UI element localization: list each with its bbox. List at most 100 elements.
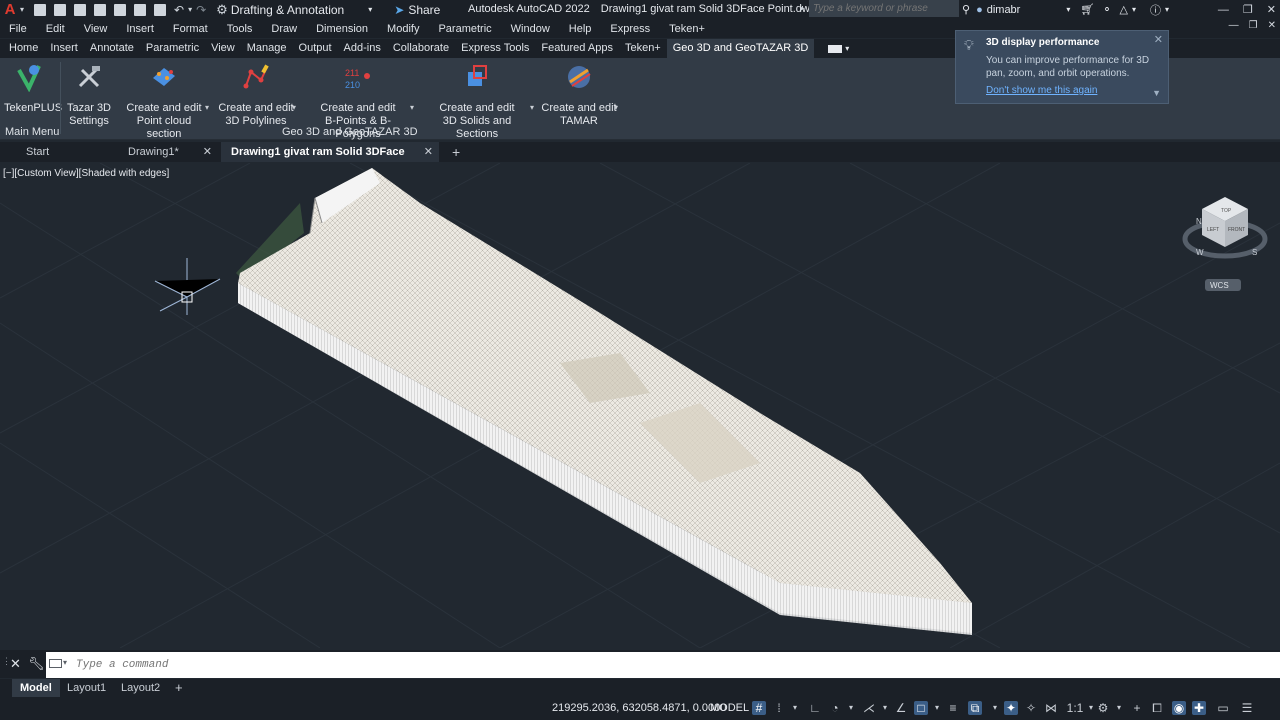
ribbon-options-icon[interactable] [828,44,843,53]
user-dropdown-icon[interactable]: ▾ [1066,5,1070,14]
tab-teken-plus[interactable]: Teken+ [619,39,667,58]
annotation-scale-icon[interactable]: ⋈ [1044,701,1058,715]
open-web-icon[interactable] [114,3,127,16]
search-input[interactable] [809,0,959,17]
annotation-visibility-icon[interactable]: ✦ [1004,701,1018,715]
units-icon[interactable]: ⧠ [1150,701,1164,715]
menu-parametric[interactable]: Parametric [438,23,491,35]
doc-tab-start[interactable]: Start [16,142,116,162]
isolate-objects-icon[interactable]: ◉ [1172,701,1186,715]
tab-view[interactable]: View [205,39,241,58]
drawing-minimize-icon[interactable]: — [1229,20,1239,31]
snap-dropdown-icon[interactable]: ▾ [788,701,802,715]
app-dropdown-icon[interactable]: ▾ [1132,5,1136,14]
selection-cycling-icon[interactable]: ⧉ [968,701,982,715]
isodraft-dropdown-icon[interactable]: ▾ [878,701,892,715]
command-history-icon[interactable] [49,659,62,668]
polar-tracking-icon[interactable]: ◔ [828,701,842,715]
selection-dropdown-icon[interactable]: ▾ [988,701,1002,715]
dont-show-again-link[interactable]: Don't show me this again [986,85,1097,96]
object-snap-tracking-icon[interactable]: ∠ [894,701,908,715]
layout-tab-layout1[interactable]: Layout1 [59,679,114,697]
redo-icon[interactable]: ↷ [196,3,206,17]
tab-add-ins[interactable]: Add-ins [338,39,387,58]
drawing-restore-icon[interactable]: ❐ [1249,20,1258,31]
user-name[interactable]: dimabr [987,4,1021,16]
viewcube-left-label[interactable]: LEFT [1207,227,1219,233]
notification-close-icon[interactable]: ✕ [1154,33,1163,46]
command-close-icon[interactable]: ✕ [10,656,21,672]
model-space-toggle[interactable]: MODEL [710,702,749,714]
tab-annotate[interactable]: Annotate [84,39,140,58]
new-file-icon[interactable] [34,3,47,16]
workspace-dropdown-status-icon[interactable]: ▾ [1112,701,1126,715]
tamar-button[interactable]: Create and edit TAMAR [541,60,617,128]
point-cloud-section-button[interactable]: Create and edit Point cloud section [118,60,210,141]
viewcube-top-label[interactable]: TOP [1221,208,1232,214]
customize-wrench-icon[interactable]: 🔧︎ [28,656,45,672]
snap-mode-icon[interactable]: ⁞ [772,701,786,715]
viewcube[interactable]: TOP LEFT FRONT W S N WCS [1180,191,1270,291]
minimize-icon[interactable]: — [1218,4,1229,16]
object-snap-icon[interactable]: □ [914,701,928,715]
share-button[interactable]: ➤ Share [394,3,440,17]
polar-dropdown-icon[interactable]: ▾ [844,701,858,715]
ribbon-options-dropdown-icon[interactable]: ▾ [845,44,849,53]
coordinate-readout[interactable]: 219295.2036, 632058.4871, 0.0000 [552,702,726,714]
user-icon[interactable]: ● [976,4,983,16]
lineweight-icon[interactable]: ≡ [946,701,960,715]
save-icon[interactable] [74,3,87,16]
3d-polylines-button[interactable]: Create and edit 3D Polylines [218,60,294,128]
menu-modify[interactable]: Modify [387,23,419,35]
search-expand-icon[interactable]: ▸ [800,3,805,14]
tab-manage[interactable]: Manage [241,39,293,58]
point-cloud-dropdown-icon[interactable]: ▾ [205,103,209,112]
clean-screen-icon[interactable]: ▭ [1216,701,1230,715]
command-history-dropdown-icon[interactable]: ▾ [63,658,67,667]
menu-teken-plus[interactable]: Teken+ [669,23,705,35]
viewport-controls-label[interactable]: [−][Custom View][Shaded with edges] [3,168,169,179]
tab-express-tools[interactable]: Express Tools [455,39,535,58]
connect-icon[interactable]: ⚬ [1102,3,1111,16]
tekenplus-button[interactable]: TekenPLUS [4,60,62,115]
grid-icon[interactable]: # [752,701,766,715]
cart-icon[interactable]: 🛒︎ [1080,3,1094,16]
menu-format[interactable]: Format [173,23,208,35]
plot-icon[interactable] [154,3,167,16]
open-file-icon[interactable] [54,3,67,16]
help-dropdown-icon[interactable]: ▾ [1165,5,1169,14]
add-layout-icon[interactable]: + [167,679,191,697]
menu-tools[interactable]: Tools [227,23,253,35]
menu-help[interactable]: Help [569,23,592,35]
compass-w-label[interactable]: W [1196,248,1204,257]
viewcube-front-label[interactable]: FRONT [1228,227,1245,233]
tab-parametric[interactable]: Parametric [140,39,205,58]
tazar-settings-button[interactable]: Tazar 3D Settings [64,60,114,128]
save-web-icon[interactable] [134,3,147,16]
menu-dimension[interactable]: Dimension [316,23,368,35]
compass-n-label[interactable]: N [1196,217,1202,226]
search-icon[interactable]: ⚲ [962,3,970,16]
tab-home[interactable]: Home [3,39,44,58]
wcs-menu-label[interactable]: WCS [1210,281,1229,290]
menu-file[interactable]: File [9,23,27,35]
undo-icon[interactable]: ↶ [174,3,184,17]
ortho-icon[interactable]: ∟ [808,701,822,715]
tab-geo-3d[interactable]: Geo 3D and GeoTAZAR 3D [666,39,815,58]
menu-window[interactable]: Window [511,23,550,35]
layout-tab-layout2[interactable]: Layout2 [113,679,168,697]
menu-edit[interactable]: Edit [46,23,65,35]
notification-expand-icon[interactable]: ▼ [1152,88,1161,98]
close-tab-icon[interactable]: ✕ [424,142,433,162]
hardware-acceleration-icon[interactable]: ✚ [1192,701,1206,715]
undo-dropdown-icon[interactable]: ▾ [188,5,192,14]
close-tab-icon[interactable]: ✕ [203,142,212,162]
drawing-viewport[interactable]: [−][Custom View][Shaded with edges] TOP … [0,163,1280,648]
tab-insert[interactable]: Insert [44,39,84,58]
customization-menu-icon[interactable]: ☰ [1240,701,1254,715]
command-input[interactable] [76,656,1076,674]
annotation-scale-value[interactable]: 1:1 [1064,701,1086,715]
new-tab-icon[interactable]: + [452,142,460,162]
tamar-dropdown-icon[interactable]: ▾ [614,103,618,112]
menu-draw[interactable]: Draw [271,23,297,35]
